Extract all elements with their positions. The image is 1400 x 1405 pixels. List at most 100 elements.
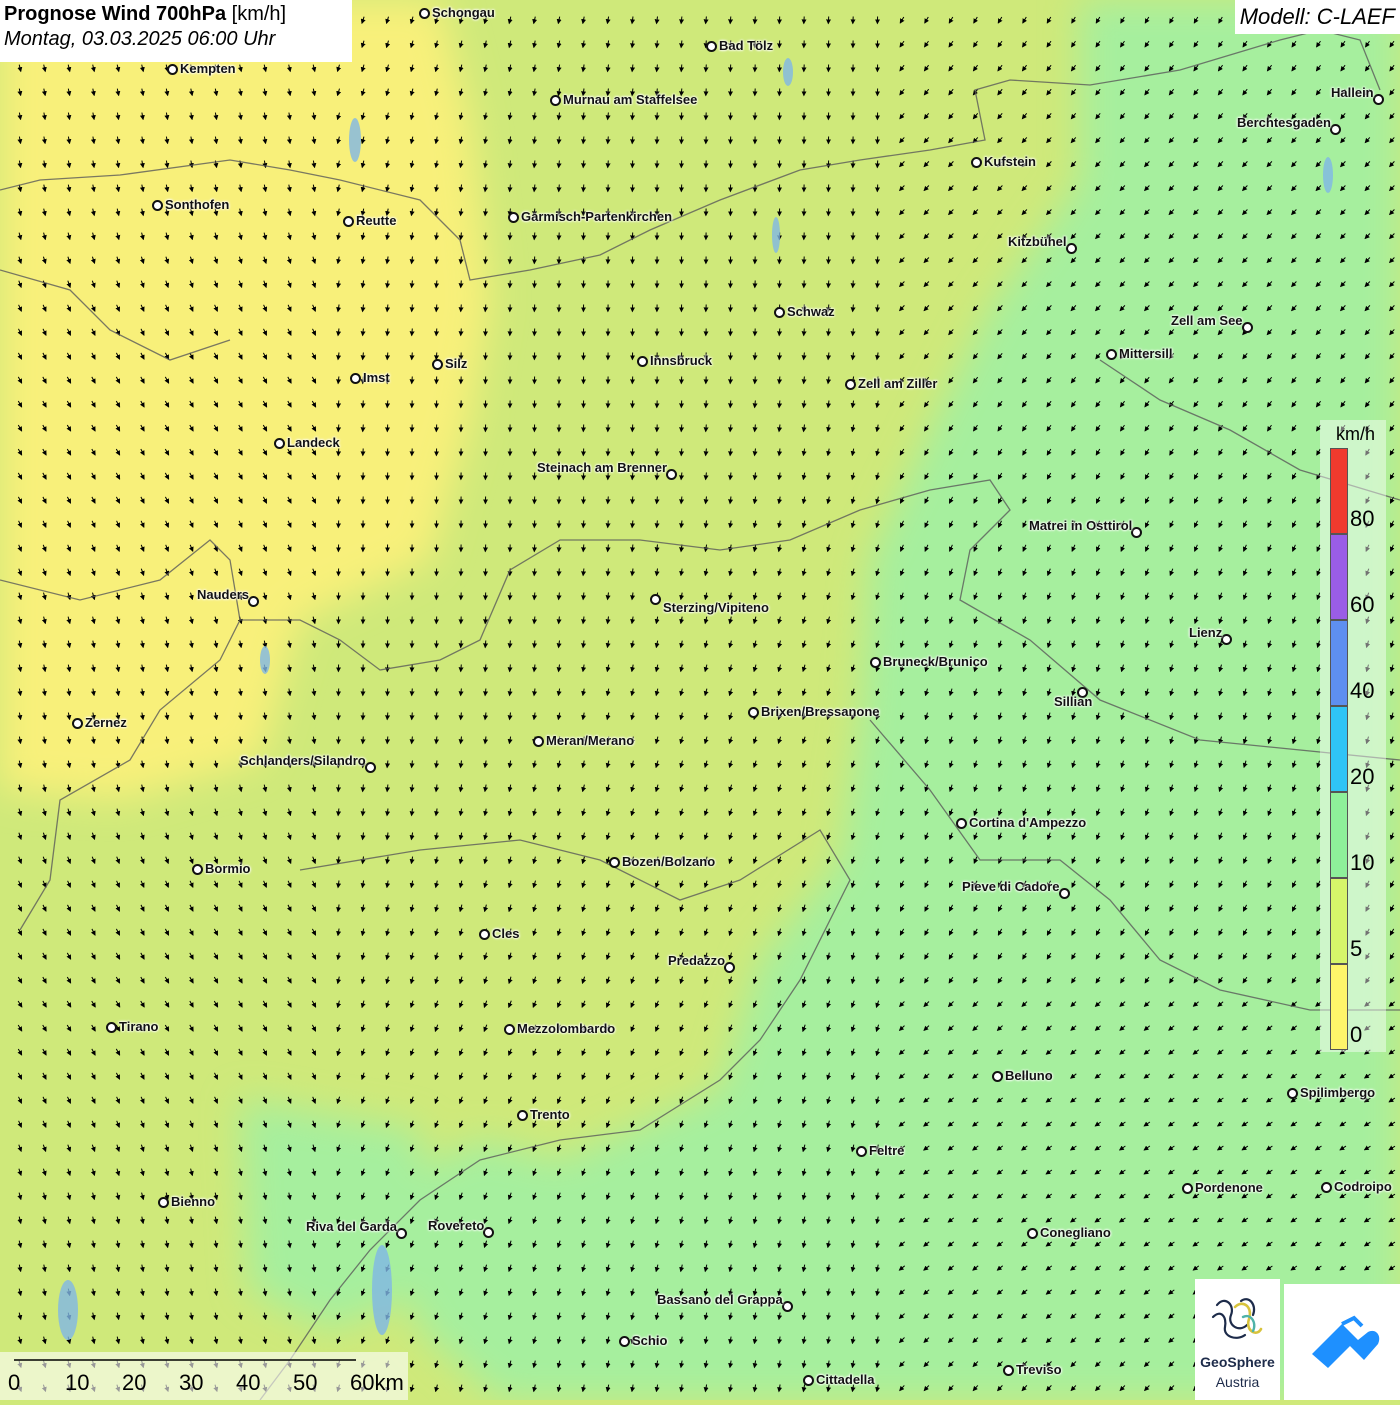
app-logo[interactable] [1284,1284,1400,1400]
wind-arrow [461,329,462,336]
scale-label: 20 [122,1370,146,1396]
city-label: Belluno [1005,1068,1053,1083]
city-marker [666,469,677,480]
wind-arrow [681,65,682,72]
wind-arrow [510,593,511,600]
city-marker [619,1336,630,1347]
city-label: Schlanders/Silandro [240,753,366,768]
legend-unit: km/h [1336,424,1375,445]
city-marker [167,64,178,75]
wind-arrow [338,401,339,408]
city-marker [706,41,717,52]
city-marker [479,929,490,940]
city-label: Sillian [1054,694,1092,709]
wind-arrow [363,425,364,432]
wind-arrow [559,185,560,192]
wind-arrow [363,737,364,744]
city-label: Trento [530,1107,570,1122]
city-marker [971,157,982,168]
cloud-arrow-logo-icon [1284,1284,1400,1400]
city-marker [774,307,785,318]
wind-arrow [510,281,511,288]
city-label: Bad Tölz [719,38,773,53]
wind-arrow [608,521,609,528]
legend-swatch [1330,620,1348,706]
wind-arrow [412,713,413,720]
city-label: Riva del Garda [306,1219,397,1234]
logo-text-geosphere: GeoSphere [1195,1354,1280,1370]
city-marker [72,718,83,729]
city-label: Bozen/Bolzano [622,854,715,869]
forecast-datetime: Montag, 03.03.2025 06:00 Uhr [4,28,352,51]
wind-arrow [583,185,584,192]
city-marker [748,707,759,718]
city-label: Feltre [869,1143,904,1158]
lake-garda [372,1245,392,1335]
city-marker [248,596,259,607]
city-label: Spilimbergo [1300,1085,1375,1100]
city-label: Schongau [432,5,495,20]
wind-arrow [608,161,609,168]
wind-arrow [412,353,413,360]
wind-arrow [534,593,535,600]
wind-arrow [755,17,756,24]
wind-arrow [436,689,437,696]
city-marker [1003,1365,1014,1376]
wind-arrow [534,233,535,240]
city-label: Kempten [180,61,236,76]
city-marker [1066,243,1077,254]
title-unit: [km/h] [232,3,286,25]
wind-arrow [485,281,486,288]
city-label: Lienz [1189,625,1222,640]
wind-arrow [632,113,633,120]
logo-text-austria: Austria [1195,1374,1280,1390]
city-label: Matrei in Osttirol [1029,518,1132,533]
city-label: Nauders [197,587,249,602]
city-marker [1059,888,1070,899]
wind-arrow [412,689,413,696]
title-box: Prognose Wind 700hPa [km/h] Montag, 03.0… [0,0,352,62]
wind-arrow [485,257,486,264]
wind-arrow [387,401,388,408]
wind-arrow [828,281,829,288]
legend-tick-label: 40 [1350,678,1374,704]
city-marker [992,1071,1003,1082]
city-label: Zell am Ziller [858,376,937,391]
lake-4 [260,646,270,674]
city-label: Garmisch-Partenkirchen [521,209,672,224]
wind-arrow [608,137,609,144]
city-marker [1131,527,1142,538]
wind-arrow [877,233,878,240]
wind-arrow [510,617,511,624]
city-label: Cles [492,926,519,941]
legend-tick-label: 10 [1350,850,1374,876]
scale-label: 60km [350,1370,404,1396]
wind-arrow [510,257,511,264]
wind-arrow [436,305,437,312]
wind-arrow [338,785,339,792]
city-marker [432,359,443,370]
wind-arrow [461,665,462,672]
city-label: Sonthofen [165,197,229,212]
city-marker [533,736,544,747]
scale-bar [0,1352,408,1400]
city-marker [724,962,735,973]
wind-arrow [681,425,682,432]
scale-label: 0 [8,1370,20,1396]
city-marker [350,373,361,384]
wind-arrow [706,425,707,432]
wind-arrow [485,617,486,624]
legend-tick-label: 5 [1350,936,1362,962]
city-marker [419,8,430,19]
wind-arrow [510,233,511,240]
city-marker [1330,124,1341,135]
city-label: Innsbruck [650,353,712,368]
wind-arrow [632,497,633,504]
wind-arrow [730,377,731,384]
wind-arrow [412,329,413,336]
city-label: Steinach am Brenner [537,460,667,475]
lake-5 [58,1280,78,1340]
legend-swatch [1330,448,1348,534]
city-label: Cittadella [816,1372,875,1387]
city-label: Brixen/Bressanone [761,704,880,719]
